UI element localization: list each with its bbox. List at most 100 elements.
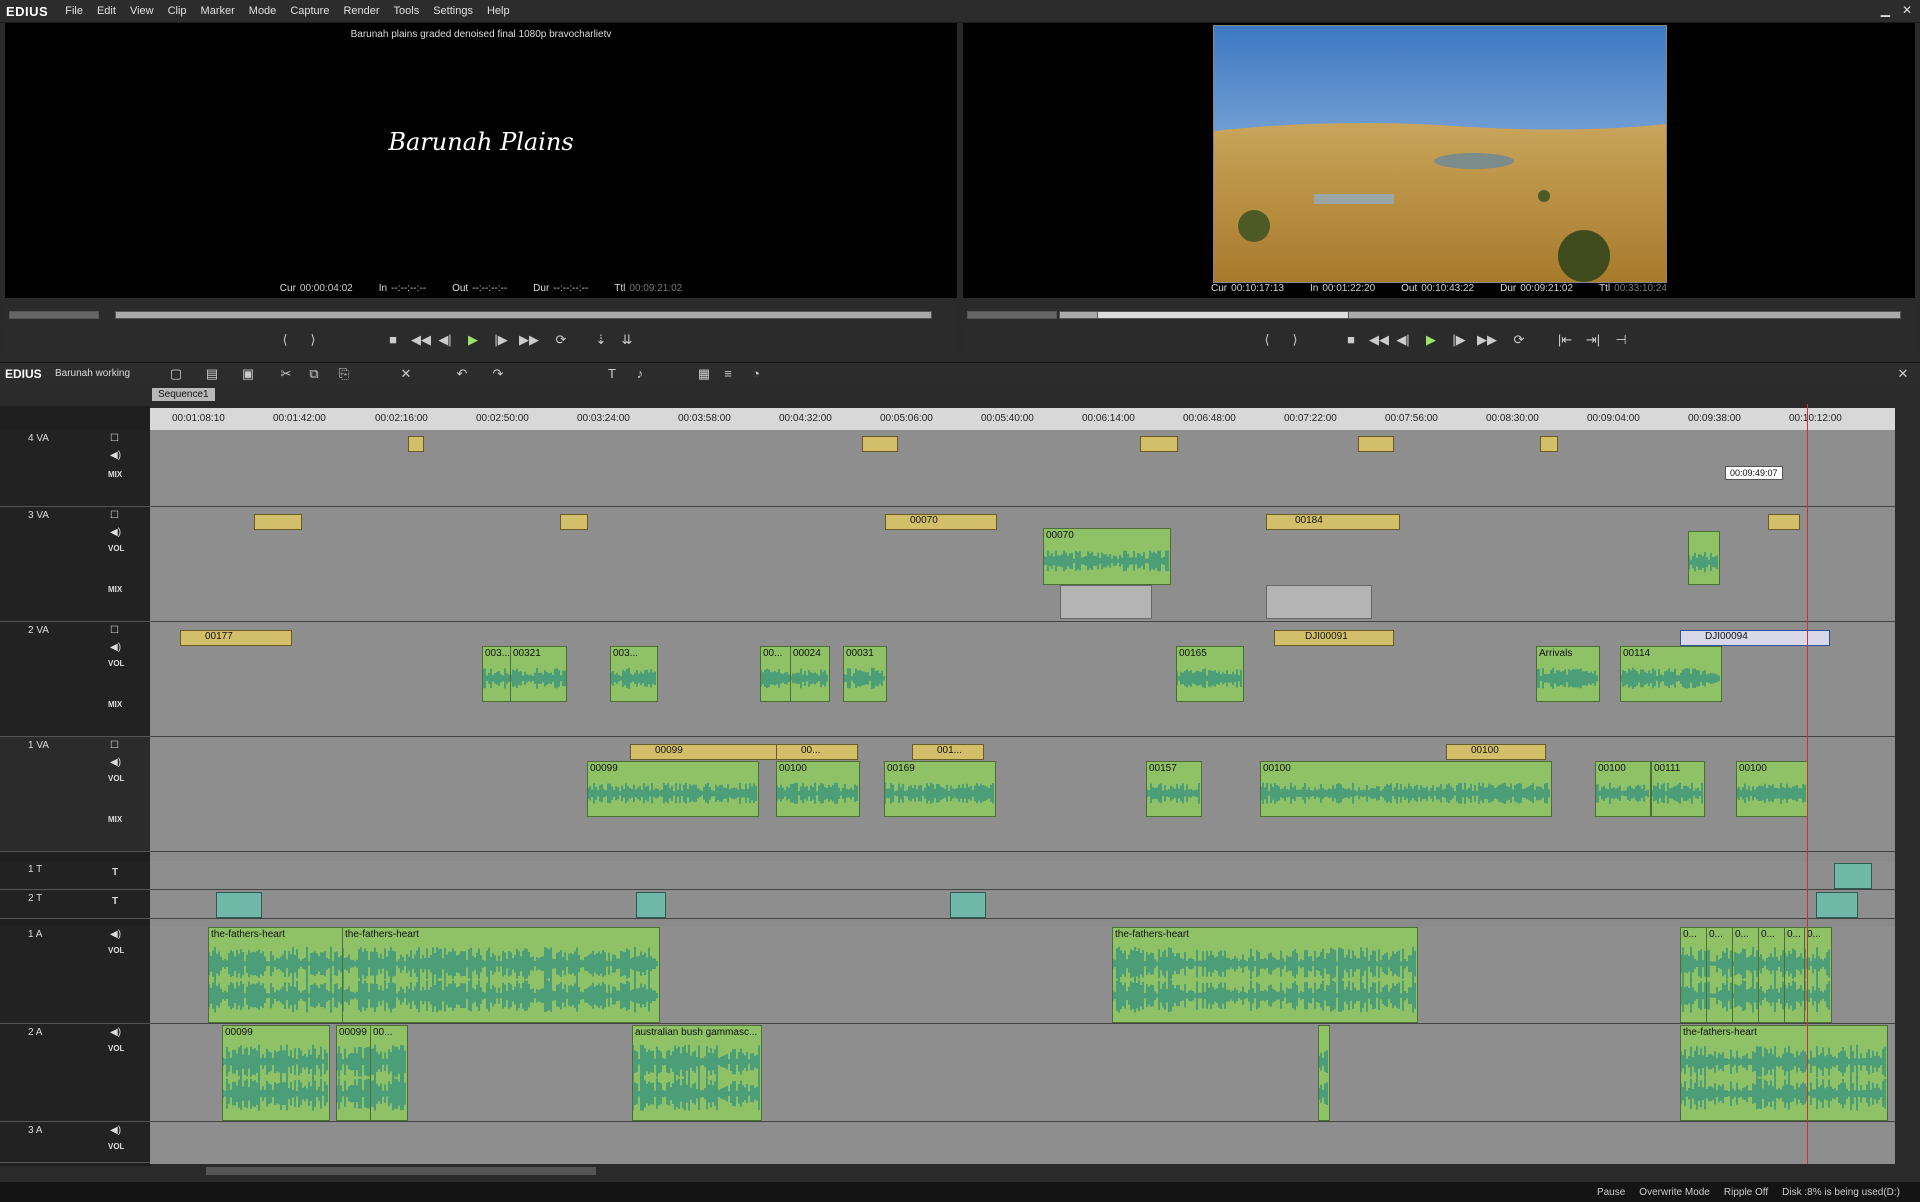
track-header-3va[interactable]: 3 VA ☐ ◀) VOL MIX xyxy=(0,507,150,622)
audio-clip[interactable]: 00321 xyxy=(510,646,567,702)
video-clip[interactable] xyxy=(1768,514,1800,530)
timeline-close-icon[interactable]: ✕ xyxy=(1895,366,1911,382)
menu-clip[interactable]: Clip xyxy=(161,5,194,17)
player-scrub-bar[interactable] xyxy=(5,304,957,324)
audio-clip[interactable]: 00... xyxy=(760,646,792,702)
speaker-icon[interactable]: ◀) xyxy=(110,929,121,940)
play-icon[interactable]: ▶ xyxy=(465,332,481,348)
lock-icon[interactable]: ☐ xyxy=(110,510,119,521)
video-clip[interactable] xyxy=(1140,436,1178,452)
set-out-icon[interactable]: ⟩ xyxy=(305,332,321,348)
rec-set-out-icon[interactable]: ⟩ xyxy=(1287,332,1303,348)
audio-clip[interactable]: 00024 xyxy=(790,646,830,702)
audio-clip[interactable] xyxy=(1688,531,1720,585)
title-clip[interactable] xyxy=(1816,892,1858,918)
minimize-icon[interactable]: ▁ xyxy=(1881,3,1890,17)
video-clip[interactable]: 00184 xyxy=(1266,514,1400,530)
rec-rewind-icon[interactable]: ◀◀ xyxy=(1369,332,1389,348)
timeline-ruler[interactable]: 00:01:08:10 00:01:42:00 00:02:16:00 00:0… xyxy=(150,408,1895,431)
mix-keyframe-area[interactable] xyxy=(1266,585,1372,619)
audio-clip[interactable]: 00100 xyxy=(1595,761,1651,817)
mic-icon[interactable]: ♪ xyxy=(632,366,648,382)
speaker-icon[interactable]: ◀) xyxy=(110,1027,121,1038)
track-header-1va[interactable]: 1 VA ☐ ◀) VOL MIX xyxy=(0,737,150,852)
menu-tools[interactable]: Tools xyxy=(387,5,427,17)
overwrite-to-timeline-icon[interactable]: ⇊ xyxy=(619,332,635,348)
video-clip[interactable] xyxy=(1540,436,1558,452)
save-icon[interactable]: ▣ xyxy=(240,366,256,382)
vol-label[interactable]: VOL xyxy=(108,1044,124,1053)
vol-label[interactable]: VOL xyxy=(108,774,124,783)
split-icon[interactable]: ⊣ xyxy=(1613,332,1629,348)
video-clip[interactable] xyxy=(254,514,302,530)
mix-label[interactable]: MIX xyxy=(108,815,122,824)
rewind-icon[interactable]: ◀◀ xyxy=(411,332,431,348)
rec-play-icon[interactable]: ▶ xyxy=(1423,332,1439,348)
audio-clip[interactable]: 0... xyxy=(1706,927,1734,1023)
audio-clip[interactable]: 00099 xyxy=(222,1025,330,1121)
audio-clip[interactable]: 00100 xyxy=(776,761,860,817)
video-clip[interactable]: 00100 xyxy=(1446,744,1546,760)
audio-clip[interactable]: 00169 xyxy=(884,761,996,817)
audio-clip[interactable]: 00070 xyxy=(1043,528,1171,585)
fast-forward-icon[interactable]: ▶▶ xyxy=(519,332,539,348)
speaker-icon[interactable]: ◀) xyxy=(110,642,121,653)
stop-icon[interactable]: ■ xyxy=(385,332,401,348)
speaker-icon[interactable]: ◀) xyxy=(110,757,121,768)
vol-label[interactable]: VOL xyxy=(108,544,124,553)
new-sequence-icon[interactable]: ▢ xyxy=(168,366,184,382)
video-clip[interactable]: 00177 xyxy=(180,630,292,646)
playhead[interactable] xyxy=(1807,404,1808,1164)
close-icon[interactable]: ✕ xyxy=(1902,3,1912,17)
timeline-tracks[interactable]: 00070 00070 00184 00177 003... 00321 003… xyxy=(150,430,1895,1166)
menu-capture[interactable]: Capture xyxy=(283,5,336,17)
video-clip[interactable]: DJI00091 xyxy=(1274,630,1394,646)
audio-clip[interactable]: Arrivals xyxy=(1536,646,1600,702)
audio-clip[interactable]: the-fathers-heart xyxy=(1112,927,1418,1023)
audio-clip[interactable]: 003... xyxy=(482,646,512,702)
video-clip[interactable]: 00... xyxy=(776,744,858,760)
rec-step-back-icon[interactable]: ◀| xyxy=(1395,332,1411,348)
video-clip[interactable] xyxy=(560,514,588,530)
track-header-2a[interactable]: 2 A ◀) VOL xyxy=(0,1024,150,1122)
audio-clip[interactable]: the-fathers-heart xyxy=(342,927,660,1023)
video-clip[interactable] xyxy=(408,436,424,452)
status-ripple[interactable]: Ripple Off xyxy=(1724,1187,1768,1198)
recorder-scrub-bar[interactable] xyxy=(963,304,1915,324)
audio-clip[interactable]: 00114 xyxy=(1620,646,1722,702)
track-header-3a[interactable]: 3 A ◀) VOL xyxy=(0,1122,150,1163)
menu-file[interactable]: File xyxy=(58,5,90,17)
audio-clip[interactable]: 00165 xyxy=(1176,646,1244,702)
audio-clip[interactable]: 0... xyxy=(1732,927,1760,1023)
vol-label[interactable]: VOL xyxy=(108,659,124,668)
undo-icon[interactable]: ↶ xyxy=(454,366,470,382)
video-clip[interactable]: 00070 xyxy=(885,514,997,530)
audio-clip[interactable]: 00111 xyxy=(1651,761,1705,817)
menu-mode[interactable]: Mode xyxy=(242,5,284,17)
lock-icon[interactable]: ☐ xyxy=(110,740,119,751)
audio-clip[interactable]: 00... xyxy=(370,1025,408,1121)
set-in-icon[interactable]: ⟨ xyxy=(277,332,293,348)
audio-clip[interactable]: 00031 xyxy=(843,646,887,702)
menu-marker[interactable]: Marker xyxy=(194,5,242,17)
lane-2a[interactable] xyxy=(150,1024,1895,1122)
audio-clip[interactable]: 00100 xyxy=(1260,761,1552,817)
speaker-icon[interactable]: ◀) xyxy=(110,450,121,461)
vertical-scrollbar[interactable] xyxy=(1895,430,1913,1164)
open-icon[interactable]: ▤ xyxy=(204,366,220,382)
rec-stop-icon[interactable]: ■ xyxy=(1343,332,1359,348)
audio-clip[interactable]: 003... xyxy=(610,646,658,702)
step-back-icon[interactable]: ◀| xyxy=(437,332,453,348)
video-clip[interactable] xyxy=(862,436,898,452)
video-clip[interactable]: 00099 xyxy=(630,744,780,760)
audio-clip[interactable]: 00099 xyxy=(336,1025,372,1121)
lane-1t[interactable] xyxy=(150,861,1895,890)
clock-icon[interactable]: ◔ xyxy=(748,366,764,382)
player-shuttle[interactable] xyxy=(9,311,99,319)
paste-icon[interactable]: ⎘ xyxy=(336,366,352,382)
title-clip[interactable] xyxy=(1834,863,1872,889)
rec-loop-icon[interactable]: ⟳ xyxy=(1511,332,1527,348)
copy-icon[interactable]: ⧉ xyxy=(306,366,322,382)
scroll-thumb[interactable] xyxy=(206,1167,596,1175)
menu-view[interactable]: View xyxy=(123,5,161,17)
